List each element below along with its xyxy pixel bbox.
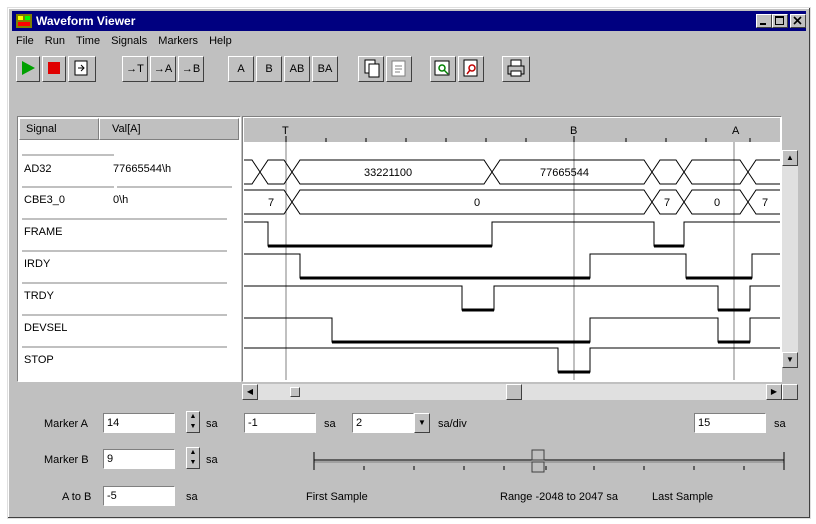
sample-range-slider[interactable] xyxy=(306,448,792,476)
scroll-corner xyxy=(782,384,798,400)
cbe-value-2: 0 xyxy=(474,197,480,209)
printer-icon xyxy=(507,59,525,77)
marker-b-input[interactable]: 9 xyxy=(103,449,175,469)
close-button[interactable] xyxy=(790,14,806,28)
minimize-button[interactable] xyxy=(756,14,772,28)
a-to-b-label: A to B xyxy=(62,491,92,503)
a-to-b-unit: sa xyxy=(186,491,198,503)
vertical-scrollbar[interactable] xyxy=(782,150,798,368)
title-bar[interactable]: Waveform Viewer xyxy=(12,11,806,31)
slider-thumb-bottom[interactable] xyxy=(531,461,545,473)
stop-icon xyxy=(48,62,60,74)
signal-row-dividers xyxy=(22,154,232,348)
marker-ab-button[interactable]: AB xyxy=(284,56,310,82)
slider-thumb-top[interactable] xyxy=(531,449,545,461)
goto-a-button[interactable]: →A xyxy=(150,56,176,82)
search-button[interactable] xyxy=(458,56,484,82)
marker-t-label: T xyxy=(282,125,289,137)
cbe-value-5: 7 xyxy=(762,197,768,209)
cbe-value-1: 7 xyxy=(268,197,274,209)
copy-button[interactable] xyxy=(358,56,384,82)
last-sample-label: Last Sample xyxy=(652,491,714,503)
marker-b-label: B xyxy=(570,125,577,137)
step-icon xyxy=(74,60,88,76)
menu-help[interactable]: Help xyxy=(209,35,232,47)
set-marker-a-button[interactable]: A xyxy=(228,56,254,82)
value-header-label: Val[A] xyxy=(112,123,141,135)
cbe-value-3: 7 xyxy=(664,197,670,209)
window-title: Waveform Viewer xyxy=(36,14,136,28)
print-button[interactable] xyxy=(502,56,530,82)
paste-button[interactable] xyxy=(386,56,412,82)
menu-markers[interactable]: Markers xyxy=(158,35,198,47)
scroll-start-marker[interactable] xyxy=(290,387,300,397)
marker-b-spinner[interactable]: ▲ ▼ xyxy=(186,447,200,469)
maximize-button[interactable] xyxy=(772,14,788,28)
first-sample-label: First Sample xyxy=(306,491,368,503)
copy-icon xyxy=(364,59,380,78)
zoom-select[interactable]: 2 xyxy=(352,413,414,433)
minimize-icon xyxy=(760,23,766,25)
marker-a-spinner[interactable]: ▲ ▼ xyxy=(186,411,200,433)
menu-file[interactable]: File xyxy=(16,35,34,47)
goto-b-button[interactable]: →B xyxy=(178,56,204,82)
ad32-value-1: 33221100 xyxy=(364,167,412,179)
zoom-dropdown-button[interactable]: ▼ xyxy=(414,413,430,433)
app-icon xyxy=(16,14,32,28)
zoom-unit: sa/div xyxy=(438,418,467,430)
menu-signals[interactable]: Signals xyxy=(111,35,147,47)
signal-column-header[interactable]: Signal xyxy=(19,118,99,140)
find-icon xyxy=(434,60,450,76)
menu-run[interactable]: Run xyxy=(45,35,65,47)
value-column-header[interactable]: Val[A] xyxy=(99,118,239,140)
menu-time[interactable]: Time xyxy=(76,35,100,47)
step-button[interactable] xyxy=(68,56,96,82)
find-button[interactable] xyxy=(430,56,456,82)
paste-icon xyxy=(391,60,406,77)
marker-b-unit: sa xyxy=(206,454,218,466)
end-sample-input[interactable]: 15 xyxy=(694,413,766,433)
end-sample-unit: sa xyxy=(774,418,786,430)
play-icon xyxy=(22,61,35,75)
start-sample-unit: sa xyxy=(324,418,336,430)
marker-a-label: Marker A xyxy=(44,418,89,430)
set-marker-b-button[interactable]: B xyxy=(256,56,282,82)
scroll-up-button[interactable]: ▲ xyxy=(782,150,798,166)
marker-a-unit: sa xyxy=(206,418,218,430)
stop-button[interactable] xyxy=(42,56,66,82)
scroll-left-button[interactable]: ◀ xyxy=(242,384,258,400)
close-icon xyxy=(793,16,802,25)
start-sample-input[interactable]: -1 xyxy=(244,413,316,433)
menu-bar: File Run Time Signals Markers Help xyxy=(16,35,240,53)
run-button[interactable] xyxy=(16,56,40,82)
marker-ba-button[interactable]: BA xyxy=(312,56,338,82)
a-to-b-input[interactable]: -5 xyxy=(103,486,175,506)
scroll-thumb[interactable] xyxy=(506,384,522,400)
waveform-canvas: T B A 33221100 77665544 7 0 7 0 7 xyxy=(244,118,780,380)
scroll-right-button[interactable]: ▶ xyxy=(766,384,782,400)
range-label: Range -2048 to 2047 sa xyxy=(500,491,619,503)
marker-a-input[interactable]: 14 xyxy=(103,413,175,433)
marker-a-label: A xyxy=(732,125,740,137)
search-icon xyxy=(463,59,478,77)
scroll-down-button[interactable]: ▼ xyxy=(782,352,798,368)
time-ruler xyxy=(244,118,780,142)
ad32-value-2: 77665544 xyxy=(540,167,589,179)
maximize-icon xyxy=(775,16,784,25)
marker-b-label: Marker B xyxy=(44,454,89,466)
signal-header-label: Signal xyxy=(26,123,57,135)
goto-t-button[interactable]: →T xyxy=(122,56,148,82)
cbe-value-4: 0 xyxy=(714,197,720,209)
